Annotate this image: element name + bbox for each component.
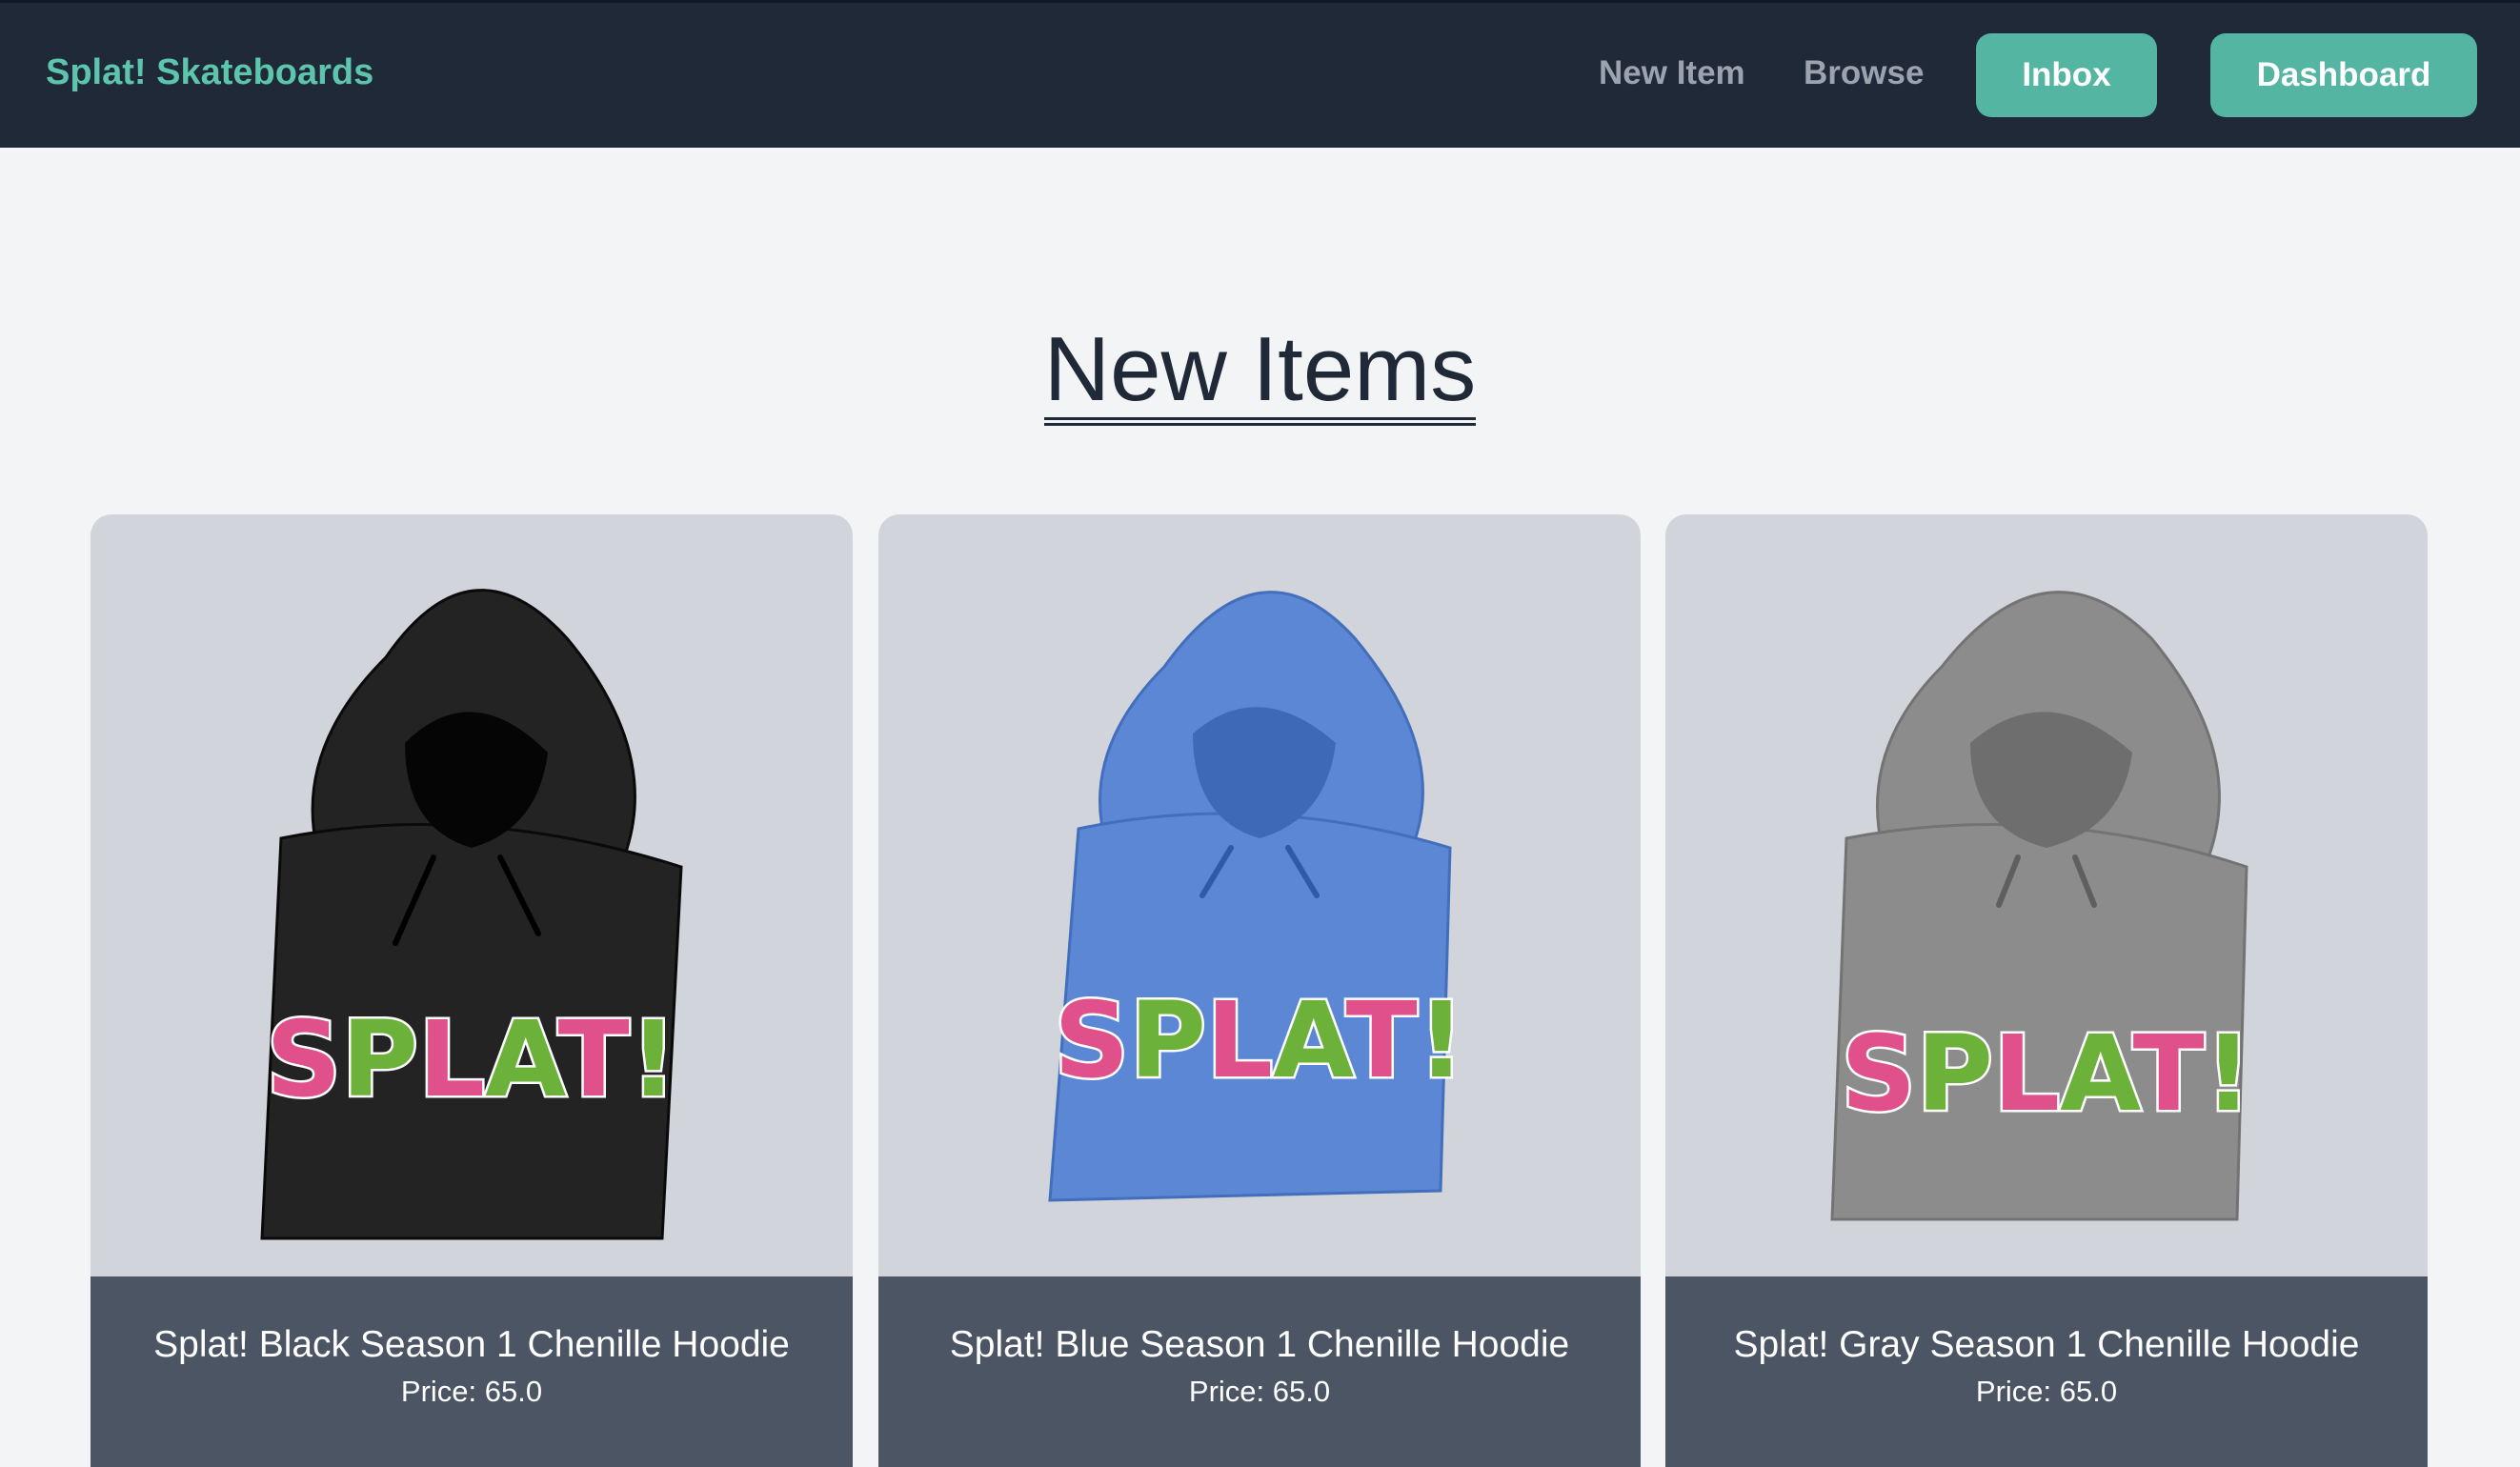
splat-logo: SPLAT!: [1054, 979, 1465, 1101]
page-title-text: New Items: [1043, 324, 1477, 426]
product-price: Price: 65.0: [400, 1375, 543, 1408]
inbox-button[interactable]: Inbox: [1976, 33, 2157, 117]
splat-logo: SPLAT!: [266, 998, 677, 1120]
product-card[interactable]: SPLAT! Splat! Blue Season 1 Chenille Hoo…: [878, 514, 1641, 1467]
product-price: Price: 65.0: [1188, 1375, 1331, 1408]
top-navbar: Splat! Skateboards New Item Browse Inbox…: [0, 0, 2520, 148]
product-card-footer: Splat! Black Season 1 Chenille Hoodie Pr…: [91, 1276, 853, 1467]
product-card[interactable]: SPLAT! Splat! Black Season 1 Chenille Ho…: [91, 514, 853, 1467]
product-name[interactable]: Splat! Blue Season 1 Chenille Hoodie: [878, 1326, 1641, 1363]
splat-logo: SPLAT!: [1841, 1013, 2252, 1135]
product-image[interactable]: SPLAT!: [91, 514, 853, 1276]
product-name[interactable]: Splat! Gray Season 1 Chenille Hoodie: [1665, 1326, 2428, 1363]
product-price: Price: 65.0: [1975, 1375, 2118, 1408]
product-name[interactable]: Splat! Black Season 1 Chenille Hoodie: [91, 1326, 853, 1363]
page-title: New Items: [0, 324, 2520, 426]
brand-logo-link[interactable]: Splat! Skateboards: [46, 52, 373, 93]
product-image[interactable]: SPLAT!: [878, 514, 1641, 1276]
nav-link-new-item[interactable]: New Item: [1599, 54, 1745, 92]
product-card[interactable]: SPLAT! Splat! Gray Season 1 Chenille Hoo…: [1665, 514, 2428, 1467]
product-image[interactable]: SPLAT!: [1665, 514, 2428, 1276]
dashboard-button[interactable]: Dashboard: [2210, 33, 2477, 117]
product-card-footer: Splat! Gray Season 1 Chenille Hoodie Pri…: [1665, 1276, 2428, 1467]
product-card-footer: Splat! Blue Season 1 Chenille Hoodie Pri…: [878, 1276, 1641, 1467]
nav-link-browse[interactable]: Browse: [1804, 54, 1924, 92]
